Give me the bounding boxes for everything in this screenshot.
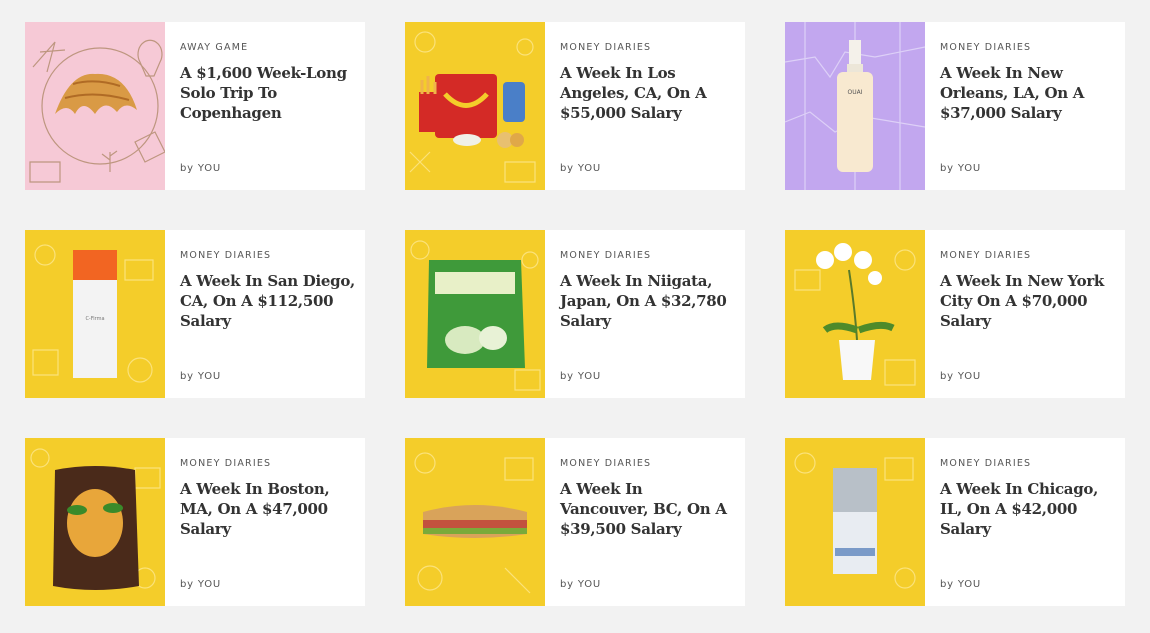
- article-info: MONEY DIARIES A Week In Chicago, IL, On …: [925, 438, 1125, 606]
- article-thumbnail[interactable]: [785, 230, 925, 398]
- article-category[interactable]: MONEY DIARIES: [560, 42, 651, 53]
- article-byline: by YOU: [560, 163, 601, 174]
- article-title[interactable]: A Week In Niigata, Japan, On A $32,780 S…: [560, 271, 735, 331]
- article-byline: by YOU: [180, 371, 221, 382]
- article-category[interactable]: MONEY DIARIES: [180, 458, 271, 469]
- article-title[interactable]: A Week In New Orleans, LA, On A $37,000 …: [940, 63, 1115, 123]
- article-thumbnail[interactable]: [25, 438, 165, 606]
- article-title[interactable]: A Week In San Diego, CA, On A $112,500 S…: [180, 271, 355, 331]
- svg-text:C-Firma: C-Firma: [85, 316, 104, 322]
- article-card[interactable]: MONEY DIARIES A Week In Vancouver, BC, O…: [405, 438, 745, 606]
- article-card[interactable]: OUAI MONEY DIARIES A Week In New Orleans…: [785, 22, 1125, 190]
- article-info: MONEY DIARIES A Week In New York City On…: [925, 230, 1125, 398]
- article-byline: by YOU: [560, 371, 601, 382]
- article-info: MONEY DIARIES A Week In San Diego, CA, O…: [165, 230, 365, 398]
- article-category[interactable]: MONEY DIARIES: [180, 250, 271, 261]
- article-card[interactable]: MONEY DIARIES A Week In New York City On…: [785, 230, 1125, 398]
- article-byline: by YOU: [560, 579, 601, 590]
- article-thumbnail[interactable]: [785, 438, 925, 606]
- article-category[interactable]: MONEY DIARIES: [560, 250, 651, 261]
- article-thumbnail[interactable]: C-Firma: [25, 230, 165, 398]
- article-thumbnail[interactable]: [405, 230, 545, 398]
- article-info: MONEY DIARIES A Week In New Orleans, LA,…: [925, 22, 1125, 190]
- article-thumbnail[interactable]: [405, 438, 545, 606]
- article-card[interactable]: C-Firma MONEY DIARIES A Week In San Dieg…: [25, 230, 365, 398]
- article-thumbnail[interactable]: [405, 22, 545, 190]
- article-card[interactable]: MONEY DIARIES A Week In Niigata, Japan, …: [405, 230, 745, 398]
- article-category[interactable]: MONEY DIARIES: [940, 42, 1031, 53]
- article-title[interactable]: A Week In Los Angeles, CA, On A $55,000 …: [560, 63, 735, 123]
- article-title[interactable]: A $1,600 Week-Long Solo Trip To Copenhag…: [180, 63, 355, 123]
- article-card[interactable]: MONEY DIARIES A Week In Boston, MA, On A…: [25, 438, 365, 606]
- article-category[interactable]: MONEY DIARIES: [940, 458, 1031, 469]
- article-byline: by YOU: [180, 579, 221, 590]
- article-byline: by YOU: [180, 163, 221, 174]
- article-title[interactable]: A Week In Boston, MA, On A $47,000 Salar…: [180, 479, 355, 539]
- article-byline: by YOU: [940, 371, 981, 382]
- article-category[interactable]: MONEY DIARIES: [560, 458, 651, 469]
- article-info: AWAY GAME A $1,600 Week-Long Solo Trip T…: [165, 22, 365, 190]
- article-card[interactable]: MONEY DIARIES A Week In Chicago, IL, On …: [785, 438, 1125, 606]
- article-byline: by YOU: [940, 163, 981, 174]
- svg-text:OUAI: OUAI: [848, 89, 863, 96]
- article-category[interactable]: AWAY GAME: [180, 42, 248, 53]
- article-title[interactable]: A Week In Chicago, IL, On A $42,000 Sala…: [940, 479, 1115, 539]
- article-thumbnail[interactable]: [25, 22, 165, 190]
- article-title[interactable]: A Week In New York City On A $70,000 Sal…: [940, 271, 1115, 331]
- article-thumbnail[interactable]: OUAI: [785, 22, 925, 190]
- article-card[interactable]: AWAY GAME A $1,600 Week-Long Solo Trip T…: [25, 22, 365, 190]
- article-info: MONEY DIARIES A Week In Los Angeles, CA,…: [545, 22, 745, 190]
- article-card[interactable]: MONEY DIARIES A Week In Los Angeles, CA,…: [405, 22, 745, 190]
- article-title[interactable]: A Week In Vancouver, BC, On A $39,500 Sa…: [560, 479, 735, 539]
- article-info: MONEY DIARIES A Week In Vancouver, BC, O…: [545, 438, 745, 606]
- article-info: MONEY DIARIES A Week In Boston, MA, On A…: [165, 438, 365, 606]
- article-byline: by YOU: [940, 579, 981, 590]
- article-category[interactable]: MONEY DIARIES: [940, 250, 1031, 261]
- article-grid: AWAY GAME A $1,600 Week-Long Solo Trip T…: [0, 0, 1150, 633]
- article-info: MONEY DIARIES A Week In Niigata, Japan, …: [545, 230, 745, 398]
